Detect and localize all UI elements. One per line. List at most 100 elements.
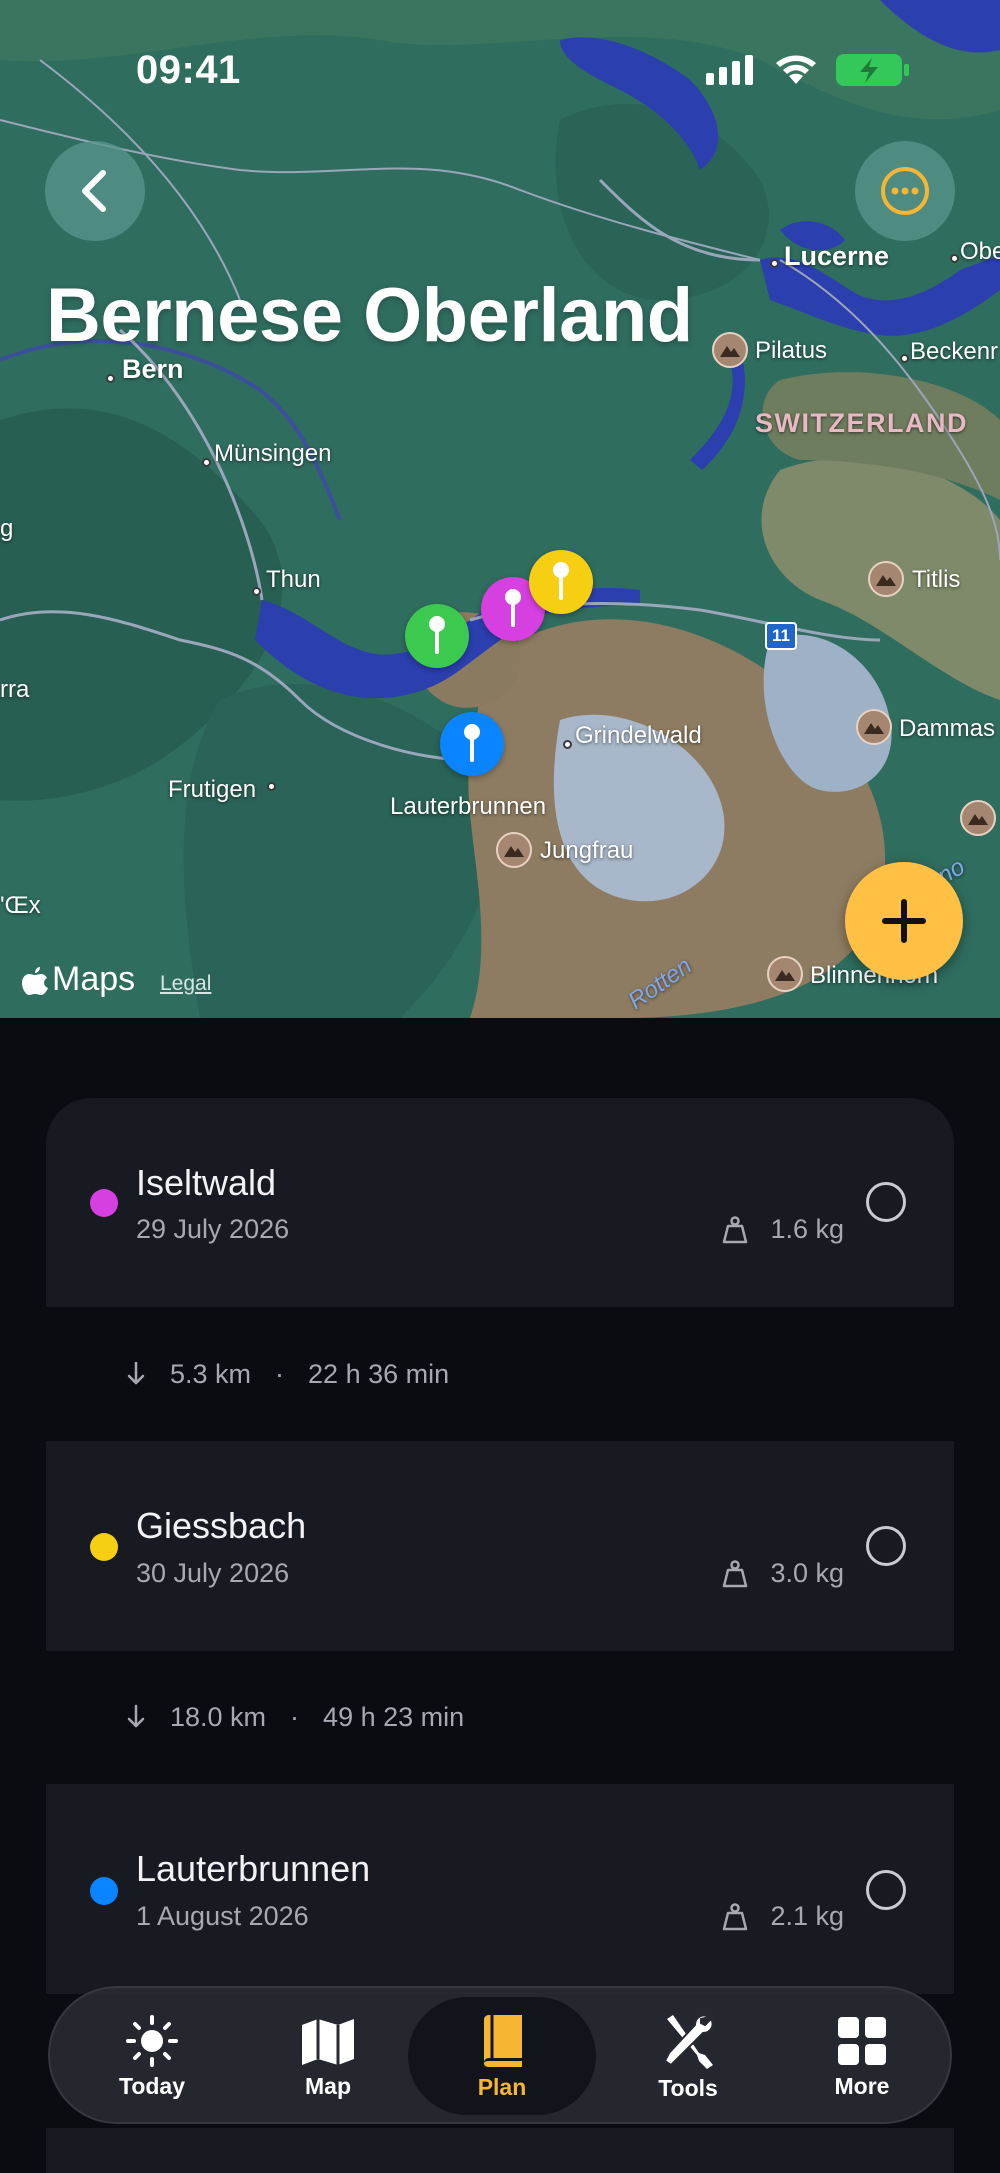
- page-title: Bernese Oberland: [46, 273, 693, 358]
- tab-bar: Today Map Plan Tools More: [48, 1986, 952, 2124]
- apple-maps-logo: Maps: [22, 960, 135, 999]
- stop-weight-value: 2.1 kg: [770, 1901, 844, 1931]
- place-dot: [252, 587, 261, 596]
- wifi-icon: [776, 55, 816, 84]
- place-label-g: g: [0, 515, 14, 542]
- map-pin-lauterbrunnen[interactable]: [440, 712, 504, 776]
- tab-today[interactable]: Today: [100, 1988, 204, 2126]
- ellipsis-circle-icon: [881, 167, 929, 215]
- leg-duration: 49 h 23 min: [323, 1701, 465, 1732]
- legal-link[interactable]: Legal: [160, 972, 211, 996]
- stop-weight: 3.0 kg: [722, 1558, 844, 1589]
- stop-weight: 2.1 kg: [722, 1901, 844, 1932]
- tab-label: More: [834, 2072, 890, 2099]
- add-stop-button[interactable]: [845, 862, 963, 980]
- arrow-down-icon: [127, 1704, 145, 1728]
- pin-icon: [429, 616, 445, 654]
- leg-distance: 5.3 km: [170, 1358, 252, 1389]
- leg-info: 18.0 km · 49 h 23 min: [126, 1697, 464, 1737]
- back-button[interactable]: [45, 141, 145, 241]
- place-label-munsingen: Münsingen: [214, 440, 332, 467]
- place-dot: [202, 458, 211, 467]
- sun-icon: [126, 2014, 178, 2067]
- place-label-lauterbrunnen: Lauterbrunnen: [390, 793, 547, 820]
- place-label-lucerne: Lucerne: [784, 241, 890, 271]
- stop-checkbox[interactable]: [866, 1526, 906, 1566]
- map-pin-giessbach[interactable]: [529, 550, 593, 614]
- place-label-grindelwald: Grindelwald: [575, 722, 702, 749]
- tab-tools[interactable]: Tools: [636, 1988, 740, 2126]
- stop-name: Lauterbrunnen: [136, 1848, 371, 1889]
- tab-plan[interactable]: Plan: [448, 1988, 556, 2126]
- map-icon: [302, 2018, 354, 2065]
- place-label-rra: rra: [0, 676, 30, 703]
- stop-color-dot: [90, 1189, 118, 1217]
- tab-more[interactable]: More: [810, 1988, 914, 2126]
- place-dot: [900, 354, 909, 363]
- status-icons: [706, 52, 910, 88]
- tab-map[interactable]: Map: [278, 1988, 378, 2126]
- stop-card-lauterbrunnen[interactable]: Lauterbrunnen 1 August 2026 2.1 kg: [46, 1784, 954, 1994]
- tools-icon: [663, 2013, 714, 2069]
- grid-icon: [838, 2016, 886, 2065]
- place-label-thun: Thun: [266, 566, 321, 593]
- stop-card-giessbach[interactable]: Giessbach 30 July 2026 3.0 kg: [46, 1441, 954, 1651]
- map-view[interactable]: 09:41 Bernese Oberland Lucerne Obe Bern …: [0, 0, 1000, 1018]
- status-time: 09:41: [136, 48, 241, 92]
- stop-date: 29 July 2026: [136, 1214, 290, 1244]
- tab-label: Tools: [658, 2074, 718, 2101]
- route-shield: 11: [765, 622, 797, 650]
- mountain-icon: [868, 561, 904, 597]
- country-label: SWITZERLAND: [755, 408, 968, 438]
- mountain-icon: [960, 800, 996, 836]
- stop-name: Giessbach: [136, 1505, 307, 1546]
- stop-name: Iseltwald: [136, 1162, 277, 1203]
- stop-date: 30 July 2026: [136, 1558, 290, 1588]
- place-dot: [106, 374, 115, 383]
- pin-icon: [505, 589, 521, 627]
- stop-color-dot: [90, 1877, 118, 1905]
- stop-card-next[interactable]: [46, 2128, 954, 2173]
- book-icon: [484, 2014, 522, 2067]
- pin-icon: [553, 562, 569, 600]
- stop-checkbox[interactable]: [866, 1182, 906, 1222]
- place-label-pilatus: Pilatus: [755, 337, 828, 364]
- weight-icon: [723, 1902, 748, 1930]
- leg-separator: ·: [290, 1701, 300, 1732]
- stop-date: 1 August 2026: [136, 1901, 309, 1931]
- chevron-left-icon: [82, 170, 106, 212]
- place-dot: [770, 259, 779, 268]
- tab-label: Map: [305, 2072, 351, 2099]
- more-options-button[interactable]: [855, 141, 955, 241]
- tab-label: Plan: [477, 2073, 527, 2100]
- pin-icon: [464, 724, 480, 762]
- leg-distance: 18.0 km: [170, 1701, 267, 1732]
- place-dot: [950, 254, 959, 263]
- leg-duration: 22 h 36 min: [308, 1358, 450, 1389]
- place-label-beckenr: Beckenr: [910, 338, 999, 365]
- arrow-down-icon: [127, 1361, 145, 1385]
- place-label-obe: Obe: [960, 238, 1000, 265]
- place-label-oex: 'Œx: [0, 892, 41, 919]
- tab-label: Today: [118, 2072, 186, 2099]
- mountain-icon: [856, 709, 892, 745]
- stop-color-dot: [90, 1533, 118, 1561]
- stop-checkbox[interactable]: [866, 1870, 906, 1910]
- mountain-icon: [767, 956, 803, 992]
- place-label-frutigen: Frutigen: [168, 776, 257, 803]
- plus-icon: [882, 899, 926, 943]
- stop-weight: 1.6 kg: [722, 1214, 844, 1245]
- map-pin-green[interactable]: [405, 604, 469, 668]
- place-dot: [563, 740, 572, 749]
- map-terrain: [0, 0, 1000, 1018]
- battery-charging-icon: [836, 54, 909, 86]
- status-bar: 09:41: [0, 0, 1000, 120]
- place-label-bern: Bern: [122, 354, 184, 384]
- weight-icon: [723, 1215, 748, 1243]
- weight-icon: [723, 1559, 748, 1587]
- mountain-icon: [712, 332, 748, 368]
- place-label-dammas: Dammas: [899, 715, 996, 742]
- stop-weight-value: 3.0 kg: [770, 1558, 844, 1588]
- stop-card-iseltwald[interactable]: Iseltwald 29 July 2026 1.6 kg: [46, 1098, 954, 1307]
- maps-label: Maps: [52, 960, 136, 998]
